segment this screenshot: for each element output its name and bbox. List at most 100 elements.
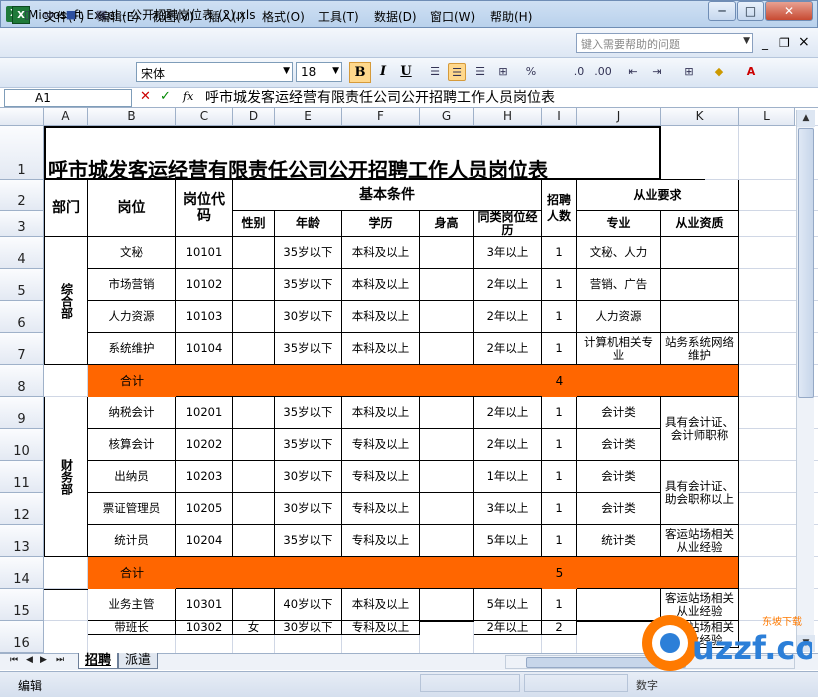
- maximize-button[interactable]: □: [737, 1, 764, 21]
- row-header-2[interactable]: 2: [0, 180, 44, 211]
- cell-exp[interactable]: 2年以上: [474, 621, 542, 635]
- cell-major[interactable]: 统计类: [577, 525, 661, 557]
- cell-major[interactable]: 文秘、人力: [577, 237, 661, 269]
- next-sheet-icon[interactable]: ▶: [40, 655, 47, 665]
- cell-code[interactable]: 10301: [176, 589, 233, 621]
- column-header-f[interactable]: F: [342, 108, 420, 126]
- cell-height[interactable]: [420, 589, 474, 621]
- sheet-tab-dispatch[interactable]: 派遣: [118, 653, 159, 669]
- cell-major[interactable]: 计算机相关专业: [577, 333, 661, 365]
- cell-num[interactable]: 1: [542, 429, 577, 461]
- cell-edu[interactable]: 专科及以上: [342, 621, 420, 635]
- prev-sheet-icon[interactable]: ◀: [26, 655, 33, 665]
- row-header-7[interactable]: 7: [0, 333, 44, 365]
- total-label[interactable]: 合计: [88, 365, 176, 397]
- cell-age[interactable]: 35岁以下: [275, 237, 342, 269]
- decimal-increase-icon[interactable]: .0: [570, 63, 588, 81]
- cell-age[interactable]: 35岁以下: [275, 397, 342, 429]
- cancel-entry-icon[interactable]: ✕: [140, 89, 151, 104]
- cell-exp[interactable]: 5年以上: [474, 525, 542, 557]
- cell-exp[interactable]: 2年以上: [474, 301, 542, 333]
- row-header-4[interactable]: 4: [0, 237, 44, 269]
- cell-num[interactable]: 1: [542, 237, 577, 269]
- menu-tools[interactable]: 工具(T): [318, 8, 359, 25]
- cell-post[interactable]: 统计员: [88, 525, 176, 557]
- column-header-k[interactable]: K: [661, 108, 739, 126]
- cell-gender[interactable]: [233, 301, 275, 333]
- select-all-corner[interactable]: [0, 108, 44, 126]
- cell-num[interactable]: 2: [542, 621, 577, 635]
- column-header-a[interactable]: A: [44, 108, 88, 126]
- cell-qual[interactable]: 客运站场相关从业经验: [661, 525, 739, 557]
- total-row-bg[interactable]: [88, 365, 739, 397]
- cell-gender[interactable]: [233, 525, 275, 557]
- cell-edu[interactable]: 本科及以上: [342, 397, 420, 429]
- cell-edu[interactable]: 专科及以上: [342, 493, 420, 525]
- cell-exp[interactable]: 3年以上: [474, 237, 542, 269]
- header-age[interactable]: 年龄: [275, 211, 342, 237]
- cell-gender[interactable]: [233, 333, 275, 365]
- scroll-up-icon[interactable]: ▲: [797, 110, 815, 127]
- cell-exp[interactable]: 3年以上: [474, 493, 542, 525]
- cell-post[interactable]: 核算会计: [88, 429, 176, 461]
- header-exp[interactable]: 同类岗位经历: [474, 211, 542, 237]
- print-icon[interactable]: ▤: [92, 6, 110, 24]
- header-dept[interactable]: 部门: [44, 180, 88, 237]
- cell-code[interactable]: 10302: [176, 621, 233, 635]
- cell-post[interactable]: 人力资源: [88, 301, 176, 333]
- cell-qual[interactable]: [661, 237, 739, 269]
- cell-height[interactable]: [420, 493, 474, 525]
- cell-age[interactable]: 35岁以下: [275, 269, 342, 301]
- header-post[interactable]: 岗位: [88, 180, 176, 237]
- header-major[interactable]: 专业: [577, 211, 661, 237]
- outdent-icon[interactable]: ⇥: [648, 63, 666, 81]
- cell-num[interactable]: 1: [542, 397, 577, 429]
- row-header-13[interactable]: 13: [0, 525, 44, 557]
- cell-major[interactable]: 营销、广告: [577, 269, 661, 301]
- dept-finance[interactable]: 财务部: [44, 397, 88, 557]
- chevron-down-icon[interactable]: ▼: [743, 36, 750, 46]
- worksheet-grid[interactable]: A B C D E F G H I J K L 1 2 3 4 5 6 7 8 9 10 11 12 13 14 15 16 呼市城发客…: [0, 108, 818, 653]
- cell-age[interactable]: 35岁以下: [275, 333, 342, 365]
- cell-age[interactable]: 30岁以下: [275, 461, 342, 493]
- font-color-icon[interactable]: A: [742, 63, 760, 81]
- cell-age[interactable]: 30岁以下: [275, 493, 342, 525]
- header-hire[interactable]: 招聘人数: [542, 180, 577, 237]
- cell-edu[interactable]: 本科及以上: [342, 237, 420, 269]
- cell-num[interactable]: 1: [542, 525, 577, 557]
- header-qual[interactable]: 从业资质: [661, 211, 739, 237]
- cell-age[interactable]: 35岁以下: [275, 429, 342, 461]
- header-edu[interactable]: 学历: [342, 211, 420, 237]
- cell-exp[interactable]: 2年以上: [474, 429, 542, 461]
- cell-post[interactable]: 文秘: [88, 237, 176, 269]
- doc-restore-button[interactable]: ❐: [779, 36, 790, 50]
- name-box[interactable]: A1: [4, 89, 132, 107]
- font-name-select[interactable]: 宋体 ▼: [136, 62, 293, 82]
- cell-edu[interactable]: 本科及以上: [342, 301, 420, 333]
- vertical-scrollbar[interactable]: ▲ ▼: [796, 110, 815, 652]
- row-header-5[interactable]: 5: [0, 269, 44, 301]
- cell-gender[interactable]: [233, 429, 275, 461]
- cell-age[interactable]: 35岁以下: [275, 525, 342, 557]
- cell-post[interactable]: 市场营销: [88, 269, 176, 301]
- header-height[interactable]: 身高: [420, 211, 474, 237]
- italic-button[interactable]: I: [372, 62, 394, 83]
- cell-code[interactable]: 10204: [176, 525, 233, 557]
- column-header-i[interactable]: I: [542, 108, 577, 126]
- column-header-g[interactable]: G: [420, 108, 474, 126]
- cell-height[interactable]: [420, 269, 474, 301]
- bold-button[interactable]: B: [349, 62, 371, 83]
- cell-num[interactable]: 1: [542, 333, 577, 365]
- cell-num[interactable]: 1: [542, 301, 577, 333]
- row-header-14[interactable]: 14: [0, 557, 44, 589]
- cell-height[interactable]: [420, 397, 474, 429]
- row-header-9[interactable]: 9: [0, 397, 44, 429]
- total-count[interactable]: 4: [542, 365, 577, 397]
- column-header-d[interactable]: D: [233, 108, 275, 126]
- cell-code[interactable]: 10203: [176, 461, 233, 493]
- cell-exp[interactable]: 2年以上: [474, 397, 542, 429]
- cell-qual[interactable]: [661, 301, 739, 333]
- column-header-c[interactable]: C: [176, 108, 233, 126]
- cell-gender[interactable]: [233, 237, 275, 269]
- cell-gender[interactable]: [233, 397, 275, 429]
